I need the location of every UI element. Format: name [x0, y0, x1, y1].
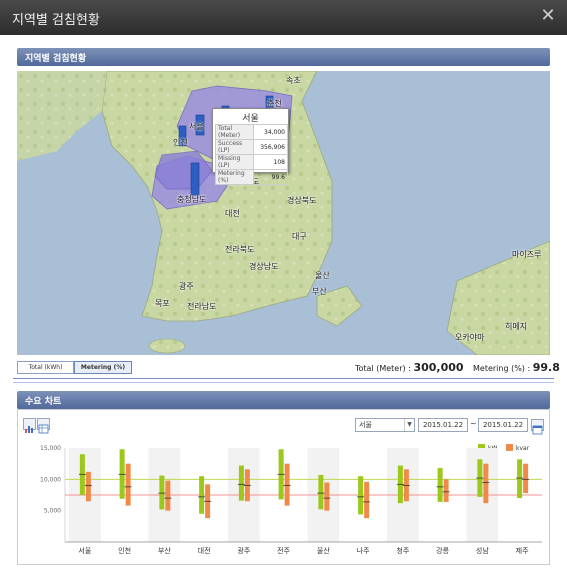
x-tick-label: 대전: [198, 546, 211, 555]
map-label-busan: 부산: [312, 287, 327, 296]
demand-chart: 5,000 10,000 15,000 서울 인천 부산 대전 광주 전주 울산 나주 청주 강릉 성남 제…: [40, 445, 542, 555]
tooltip-row: Metering (%) 99.6: [215, 169, 288, 185]
tooltip-key: Metering (%): [215, 169, 254, 185]
kvar-box: [125, 463, 131, 506]
calendar-icon[interactable]: [531, 419, 544, 435]
x-tick-label: 광주: [237, 547, 250, 555]
region-select-value: 서울: [359, 421, 372, 429]
map-label-maizuru: 마이즈루: [512, 250, 542, 259]
total-meter-value: 300,000: [413, 361, 464, 374]
kW-box: [358, 476, 364, 515]
total-meter-label: Total (Meter) :: [355, 364, 411, 373]
region-tooltip: 서울 Total (Meter) 34,000 Success (LP) 356,9…: [212, 108, 289, 185]
tooltip-key: Missing (LP): [215, 154, 254, 170]
window-titlebar: 지역별 검침현황 ✕: [0, 0, 567, 35]
tooltip-row: Total (Meter) 34,000: [215, 124, 288, 140]
x-tick-label: 서울: [78, 546, 91, 555]
tooltip-table: Total (Meter) 34,000 Success (LP) 356,906 …: [215, 124, 288, 185]
x-tick-label: 제주: [516, 547, 529, 555]
divider: [13, 378, 554, 379]
kW-box: [437, 468, 443, 502]
kW-box: [238, 465, 244, 501]
x-tick-label: 청주: [396, 547, 409, 555]
map-label-daejeon: 대전: [225, 209, 240, 218]
kvar-box: [324, 482, 330, 511]
map-label-gyeongnam: 경상남도: [249, 262, 279, 271]
x-tick-label: 부산: [158, 546, 171, 555]
x-tick-label: 성남: [476, 546, 489, 555]
tab-metering[interactable]: Metering (%): [74, 361, 132, 374]
window-title: 지역별 검침현황: [12, 13, 100, 28]
tooltip-value: 34,000: [253, 124, 288, 140]
kvar-box: [443, 479, 449, 502]
tooltip-value: 356,906: [253, 139, 288, 155]
date-range-separator: ~: [470, 419, 477, 428]
table-view-icon[interactable]: [37, 418, 50, 434]
kvar-box: [284, 463, 290, 506]
metering-total: Metering (%) : 99.8: [473, 361, 560, 374]
map-section-title: 지역별 검침현황: [25, 54, 87, 64]
tooltip-value: 108: [253, 154, 288, 170]
map-label-mokpo: 목포: [155, 299, 170, 308]
tooltip-key: Success (LP): [215, 139, 254, 155]
total-meter: Total (Meter) : 300,000: [355, 361, 464, 374]
metering-total-value: 99.8: [532, 361, 560, 374]
divider: [13, 382, 554, 383]
tooltip-row: Missing (LP) 108: [215, 154, 288, 170]
map-label-incheon: 인천: [173, 138, 188, 147]
chevron-down-icon: ▼: [404, 419, 414, 431]
kvar-box: [483, 463, 489, 504]
kvar-box: [85, 471, 91, 502]
tooltip-title: 서울: [242, 114, 259, 124]
kvar-box: [364, 481, 370, 519]
map-label-chungnam: 충청남도: [177, 195, 207, 204]
x-tick-label: 전주: [277, 546, 290, 555]
map-label-ulsan: 울산: [315, 271, 330, 280]
map-label-jeonnam: 전라남도: [187, 302, 217, 311]
x-tick-label: 인천: [118, 546, 131, 555]
map-label-himeji: 히메지: [505, 322, 528, 331]
y-tick-label: 5,000: [44, 508, 61, 515]
metering-total-label: Metering (%) :: [473, 364, 531, 373]
chart-section-header: 수요 차트: [17, 391, 550, 409]
kW-box: [517, 459, 523, 499]
map-label-seoul: 서울: [189, 122, 204, 131]
y-tick-label: 10,000: [40, 476, 61, 483]
region-select[interactable]: 서울 ▼: [355, 418, 415, 432]
kvar-box: [523, 463, 529, 494]
map-label-daegu: 대구: [292, 232, 307, 241]
x-tick-label: 울산: [317, 546, 330, 555]
map-label-jeonbuk: 전라북도: [225, 245, 255, 254]
tooltip-key: Total (Meter): [215, 124, 254, 140]
kvar-box: [165, 480, 171, 511]
tab-total-kwh[interactable]: Total (kWh): [17, 361, 74, 374]
close-icon[interactable]: ✕: [539, 7, 557, 25]
date-to-field[interactable]: 2015.01.22: [478, 418, 528, 432]
chart-section-title: 수요 차트: [25, 397, 62, 407]
bar-chart-icon[interactable]: [23, 418, 36, 433]
date-from-field[interactable]: 2015.01.22: [418, 418, 468, 432]
map-label-okayama: 오카야마: [455, 333, 485, 342]
map-label-gwangju: 광주: [179, 282, 194, 291]
x-tick-label: 나주: [357, 546, 370, 555]
map-label-gyeongbuk: 경상북도: [287, 196, 317, 205]
kW-box: [318, 474, 324, 510]
kW-box: [199, 476, 205, 514]
tooltip-row: Success (LP) 356,906: [215, 139, 288, 155]
map-section-header: 지역별 검침현황: [17, 48, 550, 66]
x-tick-label: 강릉: [436, 546, 449, 555]
kW-box: [159, 475, 165, 510]
tooltip-value: 99.6: [253, 169, 288, 185]
y-tick-label: 15,000: [40, 445, 61, 452]
map-label-sokcho: 속초: [286, 76, 301, 85]
